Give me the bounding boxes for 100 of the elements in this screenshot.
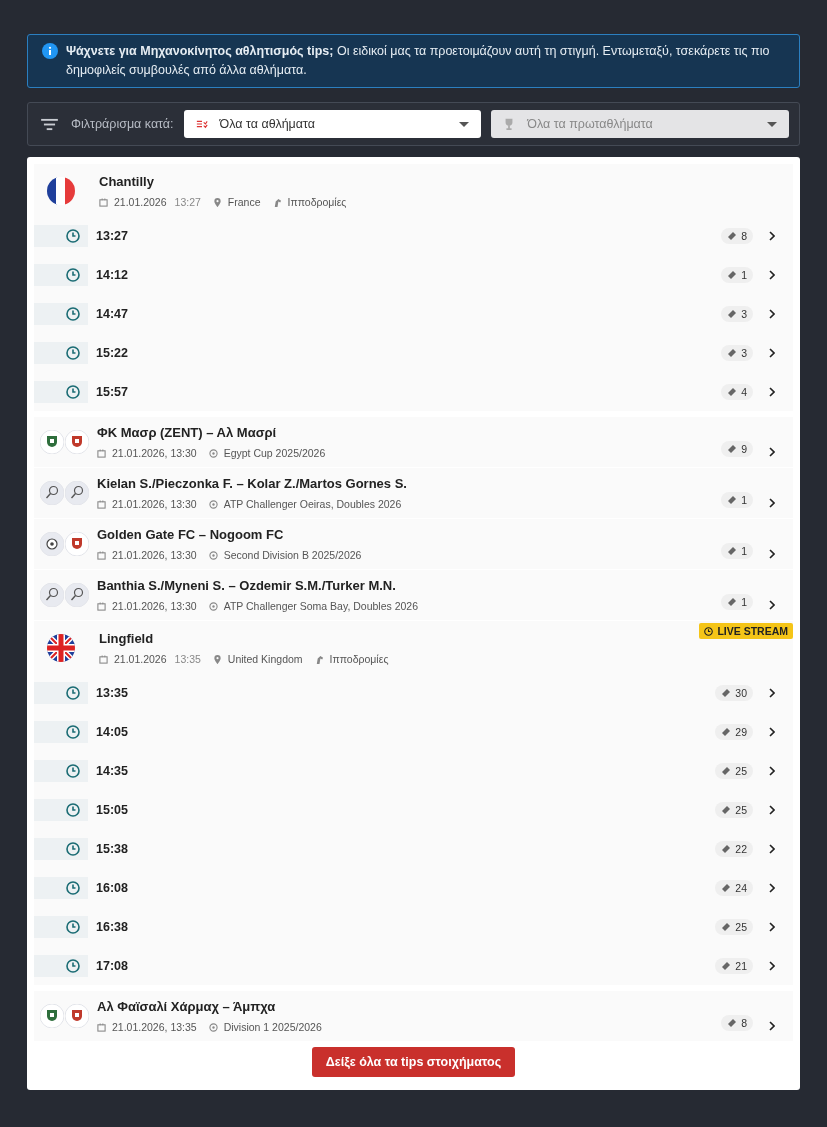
chevron-right-icon xyxy=(769,804,775,815)
race-time: 15:57 xyxy=(96,384,129,399)
competition-name: ATP Challenger Oeiras, Doubles 2026 xyxy=(223,498,402,510)
tips-count-badge: 25 xyxy=(715,762,753,779)
team-crest-icon xyxy=(40,430,64,454)
clock-icon xyxy=(66,685,80,700)
chevron-right-icon xyxy=(769,726,775,737)
tips-count-badge: 1 xyxy=(721,594,753,610)
race-time: 15:22 xyxy=(96,345,129,360)
tips-count-badge: 21 xyxy=(715,957,753,974)
tips-count-badge: 30 xyxy=(715,684,753,701)
calendar-icon xyxy=(99,197,108,207)
match-row[interactable]: Kielan S./Pieczonka F. – Kolar Z./Martos Gornes S. 21.01.2026, 13:30 ATP Challenger Oeiras, Doubles 2026 1 xyxy=(34,468,793,518)
ball-icon xyxy=(208,448,218,458)
tips-count-badge: 1 xyxy=(721,543,753,559)
chevron-right-icon xyxy=(769,308,775,319)
ball-icon xyxy=(208,499,218,509)
tips-count-badge: 3 xyxy=(721,344,753,361)
clock-icon xyxy=(66,841,80,856)
sports-icon xyxy=(195,118,208,130)
race-time: 14:05 xyxy=(96,724,129,739)
uk-flag-icon xyxy=(47,634,75,662)
ticket-icon xyxy=(721,882,732,893)
match-row[interactable]: ΦΚ Μασρ (ZENT) – Αλ Μασρί 21.01.2026, 13:30 Egypt Cup 2025/2026 9 xyxy=(34,417,793,467)
tips-count-badge: 22 xyxy=(715,840,753,857)
venue-name[interactable]: Lingfield xyxy=(99,631,154,646)
match-date: 21.01.2026, 13:30 xyxy=(112,600,197,612)
race-row[interactable]: 15:05 25 xyxy=(34,790,793,829)
sport-dropdown[interactable]: Όλα τα αθλήματα xyxy=(183,110,482,138)
ticket-icon xyxy=(727,546,738,556)
competition-name: ATP Challenger Soma Bay, Doubles 2026 xyxy=(223,600,419,612)
race-time: 13:35 xyxy=(96,685,129,700)
race-row[interactable]: 14:35 25 xyxy=(34,751,793,790)
race-row[interactable]: 16:38 25 xyxy=(34,907,793,946)
race-row[interactable]: 17:08 21 xyxy=(34,946,793,985)
event-date: 21.01.2026 xyxy=(114,196,167,208)
show-all-tips-button[interactable]: Δείξε όλα τα tips στοιχήματος xyxy=(311,1047,516,1077)
ball-icon xyxy=(208,550,218,560)
team-crest-icon xyxy=(40,1004,64,1028)
clock-icon xyxy=(66,345,80,360)
tips-count-badge: 1 xyxy=(721,492,753,508)
match-title: Αλ Φαϊσαλί Χάρμαχ – Άμπχα xyxy=(97,999,276,1014)
ball-icon xyxy=(208,601,218,611)
ticket-icon xyxy=(727,597,738,607)
live-stream-badge: LIVE STREAM xyxy=(699,623,793,639)
event-time: 13:35 xyxy=(174,653,201,665)
ticket-icon xyxy=(727,269,738,280)
filter-label: Φιλτράρισμα κατά: xyxy=(71,117,174,131)
match-title: Banthia S./Myneni S. – Ozdemir S.M./Turker M.N. xyxy=(97,578,396,593)
ticket-icon xyxy=(727,230,738,241)
clock-icon xyxy=(66,958,80,973)
clock-icon xyxy=(66,267,80,282)
event-country: United Kingdom xyxy=(227,653,303,665)
caret-icon xyxy=(767,121,777,127)
match-row[interactable]: Αλ Φαϊσαλί Χάρμαχ – Άμπχα 21.01.2026, 13:35 Division 1 2025/2026 8 xyxy=(34,991,793,1041)
location-pin-icon xyxy=(212,197,222,207)
match-row[interactable]: Banthia S./Myneni S. – Ozdemir S.M./Turker M.N. 21.01.2026, 13:30 ATP Challenger Soma Bay, Doubles 2026 1 xyxy=(34,570,793,620)
match-date: 21.01.2026, 13:30 xyxy=(112,447,197,459)
race-time: 14:12 xyxy=(96,267,129,282)
clock-icon xyxy=(66,384,80,399)
clock-icon xyxy=(704,626,714,636)
race-row[interactable]: 14:47 3 xyxy=(34,294,793,333)
race-row[interactable]: 15:38 22 xyxy=(34,829,793,868)
race-row[interactable]: 14:12 1 xyxy=(34,255,793,294)
france-flag-icon xyxy=(47,177,75,205)
tips-count-badge: 8 xyxy=(721,227,753,244)
info-icon xyxy=(42,43,58,59)
chevron-right-icon xyxy=(769,549,775,559)
race-row[interactable]: 13:27 8 xyxy=(34,216,793,255)
chevron-right-icon xyxy=(769,765,775,776)
race-row[interactable]: 16:08 24 xyxy=(34,868,793,907)
tips-count-badge: 25 xyxy=(715,918,753,935)
venue-name[interactable]: Chantilly xyxy=(99,174,154,189)
chevron-right-icon xyxy=(769,447,775,457)
ticket-icon xyxy=(727,308,738,319)
info-message: Ψάχνετε για Μηχανοκίνητος αθλητισμός tips; Οι ειδικοί μας τα προετοιμάζουν αυτή τη στιγμή. Εντωμεταξύ, τσεκάρετε τις πιο δημοφιλείς συμβουλές από άλλα αθλήματα. xyxy=(66,43,771,79)
race-row[interactable]: 15:22 3 xyxy=(34,333,793,372)
tips-count-badge: 1 xyxy=(721,266,753,283)
ticket-icon xyxy=(721,843,732,854)
event-country: France xyxy=(227,196,261,208)
tips-count-badge: 24 xyxy=(715,879,753,896)
race-row[interactable]: 15:57 4 xyxy=(34,372,793,411)
match-row[interactable]: Golden Gate FC – Nogoom FC 21.01.2026, 13:30 Second Division B 2025/2026 1 xyxy=(34,519,793,569)
race-time: 16:38 xyxy=(96,919,129,934)
event-time: 13:27 xyxy=(174,196,201,208)
race-time: 13:27 xyxy=(96,228,129,243)
competition-name: Egypt Cup 2025/2026 xyxy=(223,447,326,459)
race-time: 17:08 xyxy=(96,958,129,973)
chevron-right-icon xyxy=(769,921,775,932)
filter-icon xyxy=(41,117,58,131)
calendar-icon xyxy=(97,550,106,560)
race-time: 15:05 xyxy=(96,802,129,817)
race-row[interactable]: 13:35 30 xyxy=(34,673,793,712)
ticket-icon xyxy=(721,726,732,737)
ticket-icon xyxy=(727,386,738,397)
event-sport: Ιπποδρομίες xyxy=(329,653,389,665)
clock-icon xyxy=(66,724,80,739)
chevron-right-icon xyxy=(769,882,775,893)
tips-count-badge: 29 xyxy=(715,723,753,740)
race-row[interactable]: 14:05 29 xyxy=(34,712,793,751)
